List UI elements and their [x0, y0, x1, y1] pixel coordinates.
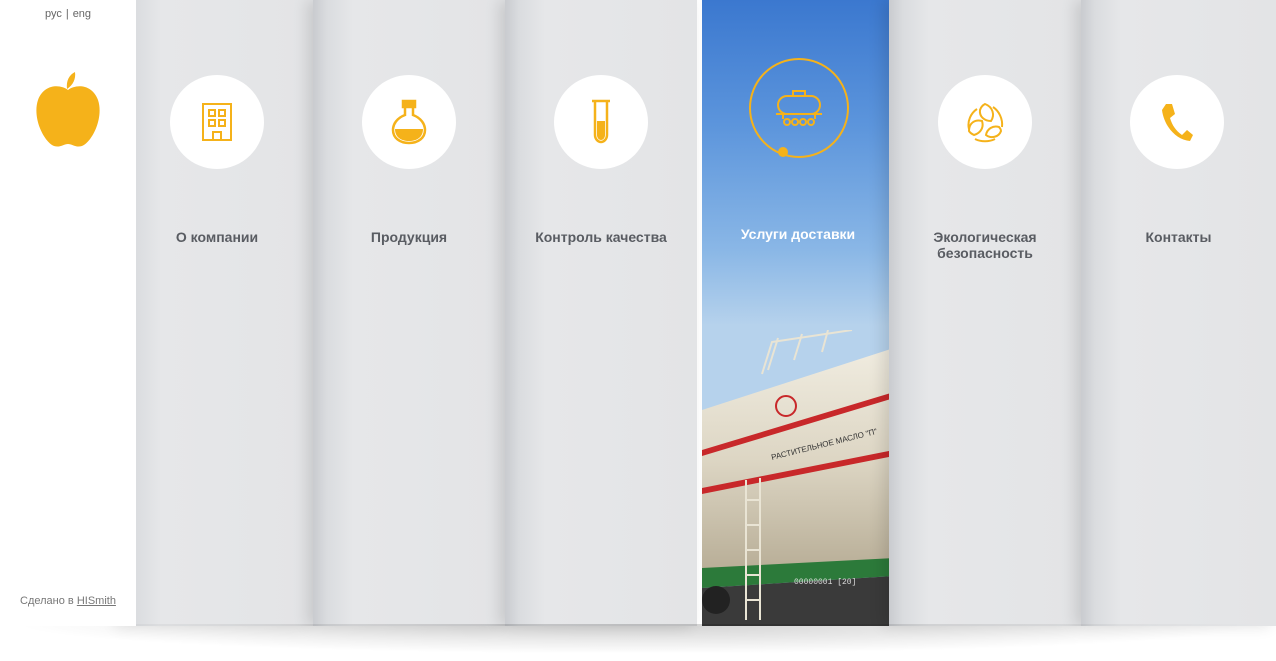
sidebar: рус | eng Сделано в HISmith: [0, 0, 136, 626]
menu-icon-circle: [554, 75, 648, 169]
menu-label-products: Продукция: [370, 229, 448, 245]
menu-icon-circle: [170, 75, 264, 169]
menu-label-quality: Контроль качества: [535, 229, 667, 245]
page: рус | eng Сделано в HISmith О компании П…: [0, 0, 1276, 626]
credit-prefix: Сделано в: [20, 595, 77, 607]
language-switcher: рус | eng: [0, 8, 136, 20]
recycle-leaves-icon: [967, 102, 1004, 143]
menu-label-about: О компании: [175, 229, 259, 245]
credit-text: Сделано в HISmith: [20, 595, 116, 607]
menu-panel-ecology[interactable]: Экологическая безопасность: [889, 0, 1081, 626]
menu-label-contacts: Контакты: [1145, 229, 1212, 245]
tank-car-icon: [776, 90, 822, 126]
menu-panel-delivery[interactable]: Услуги доставки РАСТИТЕЛЬНОЕ МАСЛО "П" 0…: [702, 0, 894, 626]
menu-panel-about[interactable]: О компании: [121, 0, 313, 626]
tank-number: 00000001 [20]: [794, 578, 856, 587]
page-shadow: [10, 624, 1266, 654]
test-tube-icon: [592, 99, 610, 144]
menu-panel-quality[interactable]: Контроль качества: [505, 0, 697, 626]
menu-icon-circle: [362, 75, 456, 169]
menu-panel-contacts[interactable]: Контакты: [1081, 0, 1276, 626]
lang-en-link[interactable]: eng: [73, 8, 91, 20]
tank-car-photo: РАСТИТЕЛЬНОЕ МАСЛО "П" 00000001 [20]: [702, 330, 894, 626]
credit-link[interactable]: HISmith: [77, 595, 116, 607]
menu-label-ecology: Экологическая безопасность: [933, 229, 1037, 261]
flask-icon: [391, 99, 427, 145]
menu-panel-products[interactable]: Продукция: [313, 0, 505, 626]
lang-ru-link[interactable]: рус: [45, 8, 62, 20]
menu-icon-circle: [938, 75, 1032, 169]
building-icon: [202, 103, 232, 141]
lang-separator: |: [65, 8, 69, 20]
menu-label-delivery: Услуги доставки: [740, 226, 856, 242]
menu-icon-circle: [1130, 75, 1224, 169]
phone-icon: [1162, 104, 1193, 141]
menu-icon-ring: [749, 58, 849, 158]
ring-dot: [778, 147, 788, 157]
apple-logo-icon[interactable]: [34, 70, 102, 148]
